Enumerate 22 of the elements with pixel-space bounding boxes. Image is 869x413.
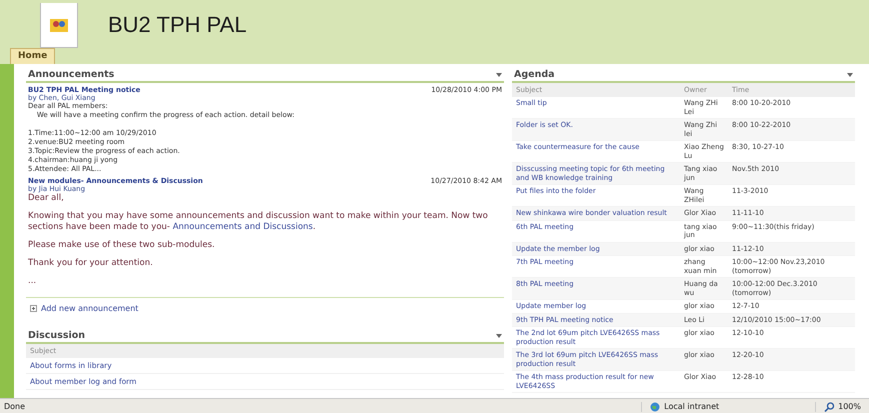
announcement-text: Dear all, [28,193,65,204]
dropdown-arrow-icon[interactable] [496,72,502,76]
globe-icon [650,402,662,412]
announcement-text: Thank you for your attention. [28,258,154,269]
zoom-icon[interactable] [824,402,836,412]
security-zone: Local intranet [664,402,720,411]
discussions-link[interactable]: Announcements and Discussions [172,222,313,232]
web-part-title: Discussion [28,330,86,341]
web-part-title: Agenda [514,69,555,80]
dropdown-arrow-icon[interactable] [847,72,853,76]
site-title: BU2 TPH PAL [108,12,247,39]
add-icon [30,305,37,312]
zoom-level[interactable]: 100% [838,402,861,411]
announcement-text: Please make use of these two sub-modules. [28,240,216,251]
announcement-paragraph: Knowing that you may have some announcements and discussion want to make within your team. Now two sections have been made to you- Announcements and Discussions. [28,211,489,233]
site-logo-icon [40,3,78,48]
status-text: Done [3,402,26,411]
announcement-text: ... [28,276,38,287]
dropdown-arrow-icon[interactable] [496,334,502,338]
home-tab[interactable]: Home [10,48,56,64]
web-part-title: Announcements [28,69,114,80]
add-announcement-link[interactable]: Add new announcement [41,304,138,313]
